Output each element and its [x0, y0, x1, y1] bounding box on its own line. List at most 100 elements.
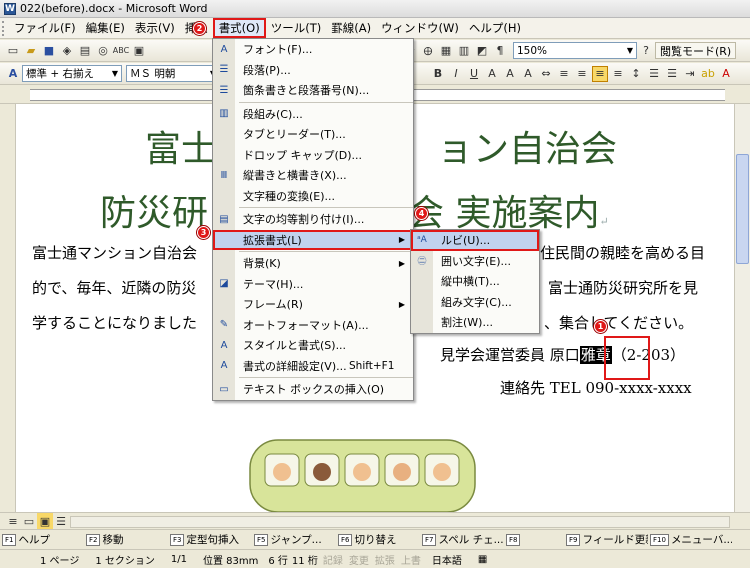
horizontal-scrollbar[interactable] [70, 516, 730, 528]
fkey-f10[interactable]: F10 メニューバ... [648, 532, 732, 547]
menu-item-frames[interactable]: フレーム(R) ▶ [213, 294, 413, 315]
help-icon[interactable]: ? [638, 43, 654, 59]
highlight-icon[interactable]: ab [700, 66, 716, 82]
numbering-icon[interactable]: ☰ [646, 66, 662, 82]
submenu-item-ruby[interactable]: ᵃA ルビ(U)... [411, 230, 539, 251]
fkey-f9[interactable]: F9フィールド更新 [564, 532, 648, 547]
menu-format[interactable]: 書式(O) [212, 18, 266, 38]
spelling-status-icon[interactable]: ▦ [470, 554, 495, 565]
window-title: 022(before).docx - Microsoft Word [20, 2, 208, 15]
menu-tools[interactable]: ツール(T) [266, 18, 327, 38]
bold-icon[interactable]: B [430, 66, 446, 82]
menu-table[interactable]: 罫線(A) [326, 18, 376, 38]
print-preview-icon[interactable]: ◎ [95, 43, 111, 59]
research-icon[interactable]: ▣ [131, 43, 147, 59]
menu-edit[interactable]: 編集(E) [81, 18, 130, 38]
fkey-f6[interactable]: F6 切り替え [336, 532, 420, 547]
menu-item-bullets-numbering[interactable]: ☰ 箇条書きと段落番号(N)... [213, 80, 413, 101]
menu-item-reveal-formatting[interactable]: A 書式の詳細設定(V)... Shift+F1 [213, 356, 413, 377]
underline-icon[interactable]: U [466, 66, 482, 82]
web-view-icon[interactable]: ▭ [21, 513, 37, 529]
tables-icon[interactable]: ▦ [438, 43, 454, 59]
fkey-f8[interactable]: F8 [504, 533, 564, 546]
menu-separator [239, 377, 413, 378]
drawing-icon[interactable]: ◩ [474, 43, 490, 59]
menu-item-text-direction[interactable]: Ⅲ 縦書きと横書き(X)... [213, 165, 413, 186]
zoom-select[interactable]: 150% ▼ [513, 42, 637, 59]
menu-item-font[interactable]: A フォント(F)... [213, 39, 413, 60]
menu-item-tabs[interactable]: タブとリーダー(T)... [213, 124, 413, 145]
reading-mode-button[interactable]: 閲覧モード(R) [655, 42, 737, 59]
submenu-item-two-lines-in-one[interactable]: 割注(W)... [411, 312, 539, 333]
status-extend[interactable]: 拡張 [372, 552, 398, 567]
body-line-2-left: 的で、毎年、近隣の防災 [32, 279, 197, 297]
columns-icon[interactable]: ▥ [456, 43, 472, 59]
status-overtype[interactable]: 上書 [398, 552, 424, 567]
format-menu: A フォント(F)... ☰ 段落(P)... ☰ 箇条書きと段落番号(N)... ▥… [212, 38, 414, 401]
submenu-item-horizontal-in-vertical[interactable]: 縦中横(T)... [411, 271, 539, 292]
submenu-item-combine-chars[interactable]: 組み文字(C)... [411, 292, 539, 313]
hyperlink-icon[interactable]: 🜨 [420, 43, 436, 59]
menu-item-paragraph[interactable]: ☰ 段落(P)... [213, 60, 413, 81]
menu-item-theme[interactable]: ◪ テーマ(H)... [213, 274, 413, 295]
char-border-icon[interactable]: A [502, 66, 518, 82]
word-app-icon[interactable]: W [4, 2, 16, 15]
menu-item-drop-cap[interactable]: ドロップ キャップ(D)... [213, 145, 413, 166]
menu-file[interactable]: ファイル(F) [9, 18, 81, 38]
print-icon[interactable]: ▤ [77, 43, 93, 59]
indent-icon[interactable]: ⇥ [682, 66, 698, 82]
menu-item-insert-textbox[interactable]: ▭ テキスト ボックスの挿入(O) [213, 379, 413, 400]
menu-help[interactable]: ヘルプ(H) [464, 18, 526, 38]
fkey-f7[interactable]: F7 スペル チェ... [420, 532, 504, 547]
step-badge-3: 3 [197, 226, 210, 239]
permission-icon[interactable]: ◈ [59, 43, 75, 59]
vertical-scrollbar[interactable] [734, 104, 750, 512]
menu-window[interactable]: ウィンドウ(W) [376, 18, 464, 38]
menu-item-asian-layout[interactable]: 拡張書式(L) ▶ [213, 229, 413, 250]
reveal-formatting-icon: A [220, 360, 228, 371]
fkey-f3[interactable]: F3 定型句挿入 [168, 532, 252, 547]
font-color-a-icon[interactable]: A [718, 66, 734, 82]
menubar-grip[interactable] [2, 20, 6, 36]
zoom-value: 150% [517, 44, 548, 57]
italic-icon[interactable]: I [448, 66, 464, 82]
outline-view-icon[interactable]: ☰ [53, 513, 69, 529]
print-layout-icon[interactable]: ▣ [37, 513, 53, 529]
font-color-icon[interactable]: A [484, 66, 500, 82]
textbox-icon: ▭ [219, 383, 229, 395]
align-center-icon[interactable]: ≡ [574, 66, 590, 82]
status-track-changes[interactable]: 変更 [346, 552, 372, 567]
bullets-icon[interactable]: ☰ [664, 66, 680, 82]
menu-item-background[interactable]: 背景(K) ▶ [213, 253, 413, 274]
menu-item-columns[interactable]: ▥ 段組み(C)... [213, 104, 413, 125]
spelling-icon[interactable]: ABC [113, 43, 129, 59]
menu-item-autoformat[interactable]: ✎ オートフォーマット(A)... [213, 315, 413, 336]
menu-view[interactable]: 表示(V) [130, 18, 180, 38]
menu-item-styles-formatting[interactable]: A スタイルと書式(S)... [213, 335, 413, 356]
new-document-icon[interactable]: ▭ [5, 43, 21, 59]
char-shading-icon[interactable]: A [520, 66, 536, 82]
style-select[interactable]: 標準 + 右揃え ▼ [22, 65, 122, 82]
menu-item-change-case[interactable]: 文字種の変換(E)... [213, 186, 413, 207]
font-icon: A [220, 43, 228, 55]
fkey-f1[interactable]: F1 ヘルプ [0, 532, 84, 547]
styles-icon[interactable]: A [5, 66, 21, 82]
submenu-item-enclosed-char[interactable]: ㊁囲い文字(E)... [411, 251, 539, 272]
status-record[interactable]: 記録 [320, 552, 346, 567]
open-folder-icon[interactable]: ▰ [23, 43, 39, 59]
font-select[interactable]: ＭＳ 明朝 ▼ [126, 65, 220, 82]
fkey-f5[interactable]: F5 ジャンプ... [252, 532, 336, 547]
show-hide-icon[interactable]: ¶ [492, 43, 508, 59]
title-bar: W 022(before).docx - Microsoft Word [0, 0, 750, 18]
align-left-icon[interactable]: ≡ [556, 66, 572, 82]
save-icon[interactable]: ■ [41, 43, 57, 59]
scale-icon[interactable]: ⇔ [538, 66, 554, 82]
justify-icon[interactable]: ≡ [610, 66, 626, 82]
scroll-thumb[interactable] [736, 154, 749, 264]
body-line-3-right: 、集合してください。 [544, 314, 694, 332]
line-spacing-icon[interactable]: ↕ [628, 66, 644, 82]
menu-item-distribute-text[interactable]: ▤ 文字の均等割り付け(I)... [213, 209, 413, 230]
normal-view-icon[interactable]: ≡ [5, 513, 21, 529]
fkey-f2[interactable]: F2 移動 [84, 532, 168, 547]
align-right-icon[interactable]: ≡ [592, 65, 608, 82]
